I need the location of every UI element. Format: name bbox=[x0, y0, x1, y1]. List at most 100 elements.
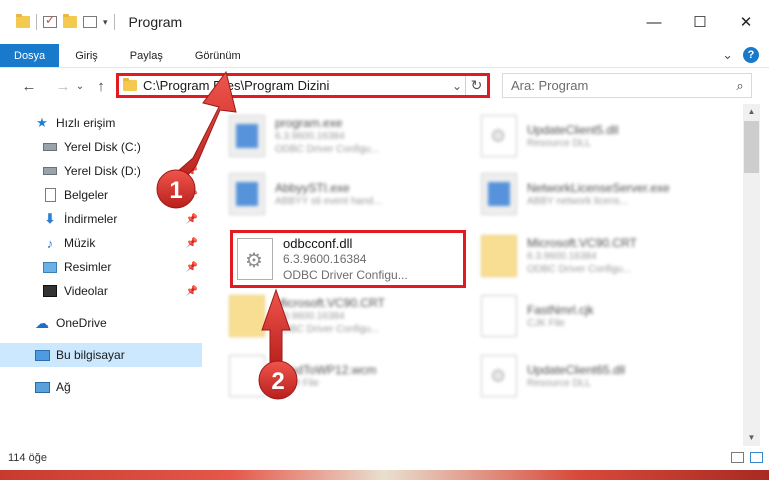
file-detail: CJK File bbox=[527, 317, 565, 329]
tab-file[interactable]: Dosya bbox=[0, 44, 60, 67]
dll-file-icon bbox=[481, 355, 517, 397]
file-name: UpdateClient5.dll bbox=[527, 122, 619, 137]
sidebar-item-quick-access[interactable]: ★ Hızlı erişim bbox=[0, 111, 202, 135]
file-tile[interactable]: NetworkLicenseServer.exe ABBY network li… bbox=[481, 166, 731, 222]
file-name: AbbyySTI.exe bbox=[275, 180, 350, 195]
scroll-up-icon[interactable]: ▲ bbox=[743, 104, 760, 120]
vertical-scrollbar[interactable]: ▲ ▼ bbox=[743, 104, 760, 446]
file-name: program.exe bbox=[275, 116, 343, 130]
file-tile[interactable]: UpdateClient5.dll Resource DLL bbox=[481, 108, 731, 164]
sidebar-item-label: Müzik bbox=[64, 236, 96, 250]
network-icon bbox=[34, 380, 50, 394]
address-bar[interactable]: C:\Program Files\Program Dizini ⌄ ↻ bbox=[116, 73, 490, 98]
forward-button[interactable]: → bbox=[52, 78, 74, 95]
search-input[interactable]: Ara: Program bbox=[511, 78, 729, 93]
file-name: UpdateClient65.dll bbox=[527, 362, 626, 377]
folder-icon[interactable] bbox=[16, 14, 30, 28]
title-bar: ▾ Program — ☐ ✕ bbox=[0, 0, 769, 44]
search-box[interactable]: Ara: Program ⌕ bbox=[502, 73, 752, 98]
sidebar-item-label: Yerel Disk (C:) bbox=[64, 140, 141, 154]
tab-view[interactable]: Görünüm bbox=[179, 44, 257, 67]
sidebar-item-local-disk-c[interactable]: Yerel Disk (C:) bbox=[0, 135, 202, 159]
pictures-icon bbox=[42, 260, 58, 274]
pin-icon[interactable]: 📌 bbox=[186, 262, 198, 273]
exe-file-icon bbox=[229, 173, 265, 215]
file-name: FastNmrl.cjk bbox=[527, 302, 594, 317]
details-view-icon[interactable] bbox=[731, 452, 744, 463]
scrollbar-thumb[interactable] bbox=[744, 121, 759, 173]
file-tile[interactable]: UpdateClient65.dll Resource DLL bbox=[481, 348, 731, 404]
selected-file-tile[interactable]: odbcconf.dll 6.3.9600.16384 ODBC Driver … bbox=[230, 230, 466, 288]
file-icon bbox=[229, 355, 265, 397]
file-tile[interactable]: FastNmrl.cjk CJK File bbox=[481, 288, 731, 344]
sidebar-item-label: Hızlı erişim bbox=[56, 116, 116, 130]
sidebar-item-this-pc[interactable]: Bu bilgisayar bbox=[0, 343, 202, 367]
window-controls: — ☐ ✕ bbox=[631, 0, 769, 44]
file-detail: ODBC Driver Configu... bbox=[275, 324, 379, 335]
pin-icon[interactable]: 📌 bbox=[186, 214, 198, 225]
sidebar-item-pictures[interactable]: Resimler 📌 bbox=[0, 255, 202, 279]
help-icon[interactable]: ? bbox=[743, 47, 759, 63]
file-list: program.exe 6.3.9600.16384 ODBC Driver C… bbox=[213, 104, 743, 446]
file-description: ODBC Driver Configu... bbox=[283, 267, 408, 282]
back-button[interactable]: ← bbox=[18, 78, 40, 95]
exe-file-icon bbox=[229, 115, 265, 157]
file-tile[interactable]: SendToWP12.wcm WCM File bbox=[229, 348, 479, 404]
chevron-down-icon[interactable]: ⌄ bbox=[449, 79, 465, 93]
drive-icon bbox=[42, 140, 58, 154]
pin-icon[interactable]: 📌 bbox=[186, 190, 198, 201]
maximize-button[interactable]: ☐ bbox=[677, 0, 723, 44]
sidebar-item-videos[interactable]: Videolar 📌 bbox=[0, 279, 202, 303]
file-name: Microsoft.VC90.CRT bbox=[275, 296, 385, 310]
quick-access-toolbar: ▾ Program bbox=[0, 13, 182, 30]
scroll-down-icon[interactable]: ▼ bbox=[743, 430, 760, 446]
navigation-pane: ★ Hızlı erişim Yerel Disk (C:) Yerel Dis… bbox=[0, 108, 210, 446]
sidebar-item-downloads[interactable]: ⬇ İndirmeler 📌 bbox=[0, 207, 202, 231]
pin-icon[interactable]: 📌 bbox=[186, 238, 198, 249]
refresh-button[interactable]: ↻ bbox=[465, 76, 487, 95]
file-detail: ABBYY sti event hand... bbox=[275, 195, 382, 207]
divider bbox=[36, 14, 37, 30]
file-detail: ODBC Driver Configu... bbox=[527, 264, 631, 275]
recent-locations-button[interactable]: ⌄ bbox=[74, 81, 86, 92]
file-detail: WCM File bbox=[275, 377, 319, 389]
sidebar-item-onedrive[interactable]: ☁ OneDrive bbox=[0, 311, 202, 335]
dll-file-icon bbox=[237, 238, 273, 280]
file-detail: ABBY network licens... bbox=[527, 195, 628, 207]
file-name: NetworkLicenseServer.exe bbox=[527, 180, 670, 195]
close-button[interactable]: ✕ bbox=[723, 0, 769, 44]
tab-home[interactable]: Giriş bbox=[59, 44, 114, 67]
chevron-down-icon[interactable]: ▾ bbox=[103, 17, 108, 28]
download-icon: ⬇ bbox=[44, 211, 56, 226]
minimize-button[interactable]: — bbox=[631, 0, 677, 44]
file-tile[interactable]: program.exe 6.3.9600.16384 ODBC Driver C… bbox=[229, 108, 479, 164]
sidebar-item-label: Belgeler bbox=[64, 188, 109, 202]
document-icon bbox=[42, 188, 58, 202]
pin-icon[interactable]: 📌 bbox=[186, 166, 198, 177]
search-icon[interactable]: ⌕ bbox=[729, 78, 751, 94]
item-count: 114 öğe bbox=[8, 452, 47, 464]
sidebar-item-music[interactable]: ♪ Müzik 📌 bbox=[0, 231, 202, 255]
exe-file-icon bbox=[481, 173, 517, 215]
properties-check-icon[interactable] bbox=[43, 13, 57, 28]
large-icons-view-icon[interactable] bbox=[750, 452, 763, 463]
desktop-background bbox=[0, 470, 769, 480]
customize-toolbar-icon[interactable] bbox=[83, 16, 97, 28]
sidebar-item-label: OneDrive bbox=[56, 316, 107, 330]
address-path[interactable]: C:\Program Files\Program Dizini bbox=[143, 78, 449, 93]
sidebar-item-local-disk-d[interactable]: Yerel Disk (D:) 📌 bbox=[0, 159, 202, 183]
ribbon-expand-icon[interactable]: ⌄ bbox=[722, 47, 733, 63]
pin-icon[interactable]: 📌 bbox=[186, 286, 198, 297]
file-tile[interactable]: Microsoft.VC90.CRT 6.3.9600.16384 ODBC D… bbox=[481, 228, 731, 284]
file-detail: ODBC Driver Configu... bbox=[275, 144, 379, 155]
tab-share[interactable]: Paylaş bbox=[114, 44, 179, 67]
dll-file-icon bbox=[481, 115, 517, 157]
sidebar-item-documents[interactable]: Belgeler 📌 bbox=[0, 183, 202, 207]
sidebar-item-network[interactable]: Ağ bbox=[0, 375, 202, 399]
up-button[interactable]: ↑ bbox=[90, 78, 112, 95]
sidebar-item-label: Bu bilgisayar bbox=[56, 348, 125, 362]
file-detail: Resource DLL bbox=[527, 377, 591, 389]
file-tile[interactable]: AbbyySTI.exe ABBYY sti event hand... bbox=[229, 166, 479, 222]
file-tile[interactable]: Microsoft.VC90.CRT 6.3.9600.16384 ODBC D… bbox=[229, 288, 479, 344]
new-folder-icon[interactable] bbox=[63, 14, 77, 28]
